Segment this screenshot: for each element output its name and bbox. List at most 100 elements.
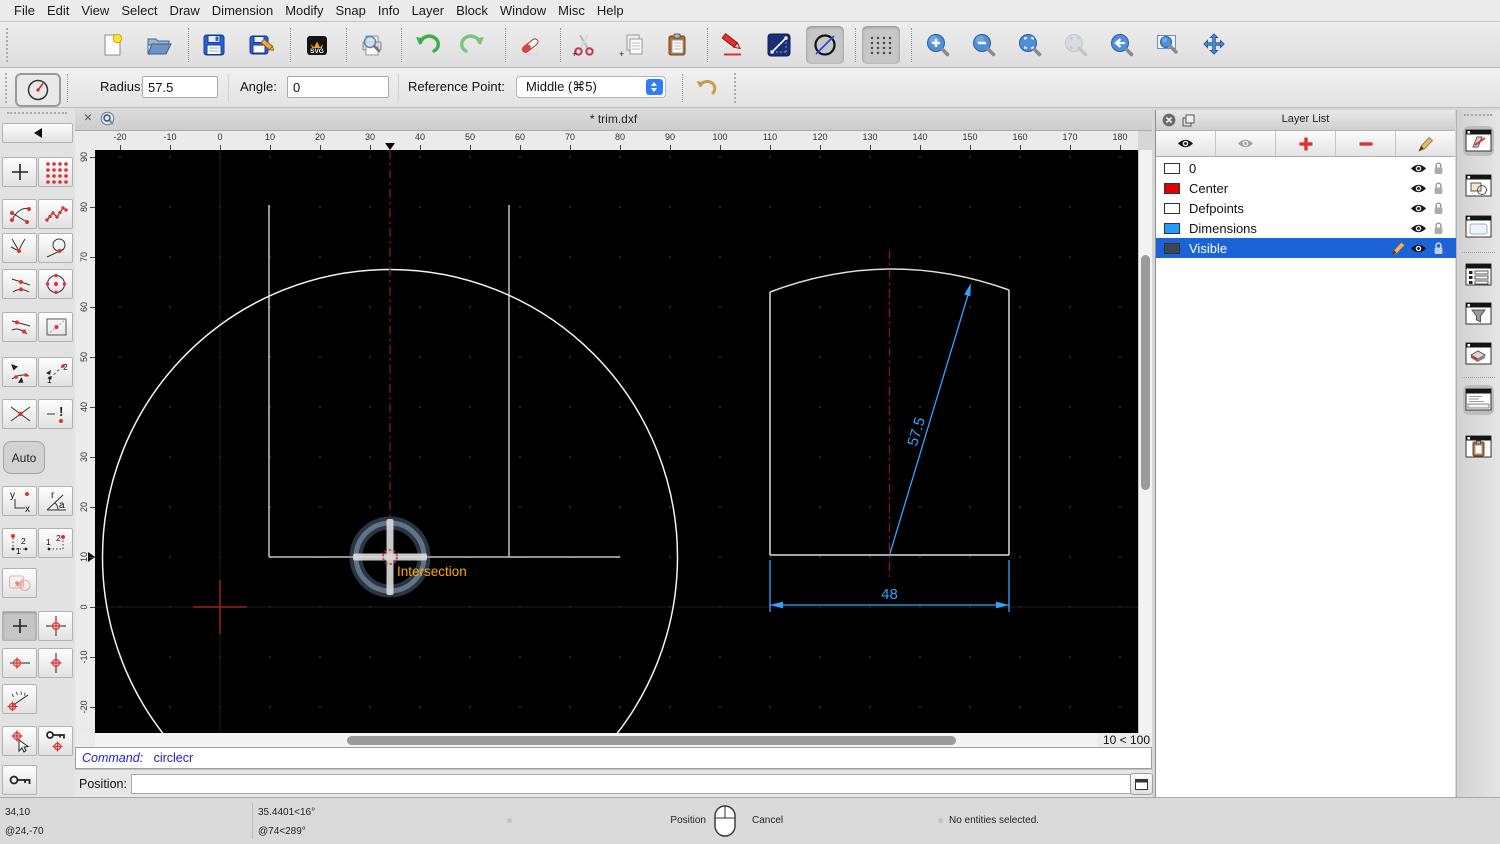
add-layer-button[interactable] <box>1276 131 1336 156</box>
radial-dimension[interactable]: 57.5 <box>888 283 972 556</box>
snap-perpendicular-button[interactable] <box>2 233 37 263</box>
grid-toggle-button[interactable] <box>862 26 900 64</box>
horizontal-scrollbar[interactable] <box>95 733 1097 747</box>
command-prompt-toggle-button[interactable] <box>1130 773 1153 795</box>
menu-help[interactable]: Help <box>591 3 630 18</box>
window-zoom-button[interactable] <box>1149 26 1187 64</box>
dock-bar-handle[interactable] <box>1464 114 1492 116</box>
coordinate-polar-button[interactable]: ra <box>38 486 73 516</box>
snap-on-entity-button[interactable] <box>38 199 73 229</box>
layer-row-visible-selected[interactable]: Visible <box>1156 238 1456 258</box>
menu-edit[interactable]: Edit <box>41 3 75 18</box>
paste-button[interactable] <box>658 26 696 64</box>
clipboard-panel-toggle[interactable] <box>1463 432 1494 462</box>
layer-row-defpoints[interactable]: Defpoints <box>1156 198 1456 218</box>
palette-drag-handle[interactable] <box>7 112 67 114</box>
snap-intersection-manual-button[interactable]: ! <box>38 399 73 429</box>
zoom-in-button[interactable] <box>919 26 957 64</box>
layer-visibility-toggle[interactable] <box>1408 203 1428 214</box>
palette-back-button[interactable] <box>2 123 73 143</box>
save-as-button[interactable] <box>242 26 280 64</box>
new-file-button[interactable] <box>94 26 132 64</box>
remove-button[interactable] <box>512 26 550 64</box>
auto-zoom-button[interactable] <box>1011 26 1049 64</box>
vertical-scrollbar-thumb[interactable] <box>1141 255 1150 490</box>
property-editor-panel-toggle[interactable] <box>1463 260 1494 290</box>
vertical-scrollbar[interactable] <box>1138 150 1152 733</box>
restrict-none-button[interactable] <box>2 611 37 641</box>
menu-info[interactable]: Info <box>372 3 406 18</box>
menu-misc[interactable]: Misc <box>552 3 591 18</box>
print-preview-button[interactable] <box>353 26 391 64</box>
show-all-layers-button[interactable] <box>1156 131 1216 156</box>
horizontal-scrollbar-thumb[interactable] <box>347 735 956 745</box>
menu-snap[interactable]: Snap <box>330 3 372 18</box>
dimension-ghost-button[interactable] <box>2 568 37 598</box>
undo-button[interactable] <box>408 26 446 64</box>
snap-reference-button[interactable] <box>38 312 73 342</box>
layer-visibility-toggle[interactable] <box>1408 223 1428 234</box>
edit-layer-button[interactable] <box>1396 131 1455 156</box>
snap-tangential-button[interactable] <box>38 233 73 263</box>
hide-all-layers-button[interactable] <box>1216 131 1276 156</box>
layer-visibility-toggle[interactable] <box>1408 243 1428 254</box>
snap-distance-manual-button[interactable]: 12 <box>38 357 73 387</box>
radius-input[interactable] <box>142 76 218 98</box>
layer-lock-toggle[interactable] <box>1428 201 1448 215</box>
remove-layer-button[interactable] <box>1336 131 1396 156</box>
snap-auto-button[interactable] <box>2 357 37 387</box>
snap-distance-button[interactable] <box>2 312 37 342</box>
reset-tool-button[interactable] <box>688 73 724 103</box>
coordinate-cartesian-button[interactable]: yx <box>2 486 37 516</box>
restrict-horizontal-button[interactable] <box>2 648 37 678</box>
angle-input[interactable] <box>287 76 389 98</box>
menu-view[interactable]: View <box>75 3 115 18</box>
layer-row-dimensions[interactable]: Dimensions <box>1156 218 1456 238</box>
layer-lock-toggle[interactable] <box>1428 161 1448 175</box>
reference-point-select[interactable]: Middle (⌘5) <box>516 76 666 98</box>
pan-button[interactable] <box>1195 26 1233 64</box>
svg-export-button[interactable]: SVG <box>298 26 336 64</box>
zoom-out-button[interactable] <box>965 26 1003 64</box>
save-button[interactable] <box>195 26 233 64</box>
command-line-panel-toggle[interactable] <box>1463 385 1494 415</box>
redo-button[interactable] <box>454 26 492 64</box>
menu-modify[interactable]: Modify <box>279 3 329 18</box>
layer-visibility-toggle[interactable] <box>1408 163 1428 174</box>
layer-visibility-toggle[interactable] <box>1408 183 1428 194</box>
circle-center-radius-tool-button[interactable] <box>15 73 61 107</box>
block-list-panel-toggle[interactable] <box>1463 171 1494 201</box>
lock-relative-zero-button[interactable] <box>38 726 73 756</box>
snap-free-button[interactable] <box>2 157 37 187</box>
auto-snap-button[interactable]: Auto <box>3 441 45 474</box>
front-view-lines[interactable] <box>268 205 620 558</box>
lock-zero-button[interactable] <box>2 765 37 795</box>
circle-tools-button[interactable] <box>806 26 844 64</box>
layer-lock-toggle[interactable] <box>1428 221 1448 235</box>
snap-grid-button[interactable] <box>38 157 73 187</box>
edit-layer-button[interactable] <box>1388 241 1408 256</box>
line-tools-button[interactable] <box>760 26 798 64</box>
cut-button[interactable]: + <box>565 26 603 64</box>
layer-list-panel-toggle[interactable] <box>1463 126 1494 156</box>
menu-layer[interactable]: Layer <box>406 3 451 18</box>
restrict-orthogonal-button[interactable] <box>38 611 73 641</box>
layer-lock-toggle[interactable] <box>1428 181 1448 195</box>
zoom-to-selection-button[interactable] <box>1057 26 1095 64</box>
layer-row-0[interactable]: 0 <box>1156 158 1456 178</box>
view-list-panel-toggle[interactable] <box>1463 212 1494 242</box>
copy-button[interactable]: + <box>612 26 650 64</box>
set-relative-zero-button[interactable] <box>2 726 37 756</box>
layer-row-center[interactable]: Center <box>1156 178 1456 198</box>
menu-draw[interactable]: Draw <box>163 3 205 18</box>
previous-view-button[interactable] <box>1103 26 1141 64</box>
menu-dimension[interactable]: Dimension <box>206 3 279 18</box>
toolbar-drag-handle[interactable] <box>6 28 10 62</box>
drawing-preferences-button[interactable] <box>714 26 752 64</box>
position-input[interactable] <box>131 774 1136 794</box>
menu-file[interactable]: File <box>8 3 41 18</box>
library-browser-panel-toggle[interactable] <box>1463 339 1494 369</box>
menu-select[interactable]: Select <box>115 3 163 18</box>
restrict-angle-button[interactable] <box>2 684 37 714</box>
drawing-canvas[interactable]: 57.5 48 Intersection <box>95 150 1138 844</box>
